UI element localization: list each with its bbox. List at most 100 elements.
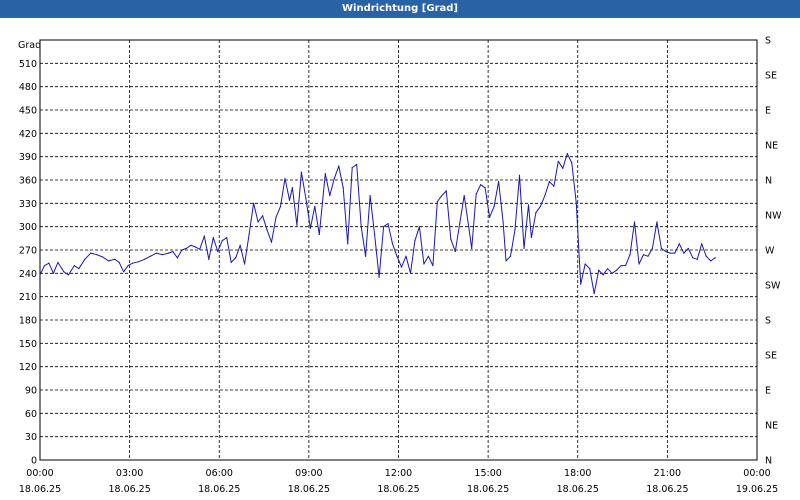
data-point	[127, 264, 129, 267]
data-point	[687, 247, 689, 250]
data-point	[261, 215, 264, 217]
data-point	[638, 263, 640, 265]
data-point	[57, 261, 59, 264]
data-point	[701, 243, 703, 245]
y-tick-label: 390	[19, 152, 37, 163]
data-point	[161, 254, 164, 256]
data-point	[102, 256, 104, 258]
data-point	[300, 171, 303, 173]
data-point	[305, 198, 307, 200]
x-tick-time: 15:00	[474, 468, 501, 479]
data-point	[318, 233, 320, 236]
y-tick-label: 480	[19, 82, 37, 93]
data-point	[212, 236, 214, 239]
data-point	[523, 247, 525, 250]
data-point	[445, 190, 447, 192]
data-point	[284, 177, 286, 180]
data-point	[665, 250, 667, 253]
data-point	[505, 260, 507, 262]
data-point	[584, 263, 586, 265]
x-tick-time: 00:00	[26, 468, 53, 479]
data-point	[239, 244, 241, 246]
data-point	[409, 272, 412, 274]
data-point	[309, 227, 311, 229]
data-point	[270, 241, 273, 243]
y-tick-label: 150	[19, 339, 37, 350]
y2-tick-label: SE	[765, 351, 777, 362]
y-tick-label: 300	[19, 222, 37, 233]
y-tick-label: 180	[19, 316, 37, 327]
wind-direction-chart: 0 30 60 90 120 150 180 210 240 270 300 330 360 390 420…	[18, 36, 782, 496]
x-tick-date: 18.06.25	[557, 484, 599, 495]
data-point	[484, 187, 486, 189]
data-point	[108, 260, 110, 262]
data-point	[314, 205, 316, 208]
y-tick-label: 30	[25, 432, 37, 443]
data-point	[475, 193, 477, 195]
data-point	[602, 274, 604, 276]
chart-window: Windrichtung [Grad] 0 30 60 90 120 150 180 210 2…	[0, 0, 800, 500]
data-point	[432, 264, 434, 267]
data-point	[73, 264, 75, 267]
data-point	[468, 226, 470, 228]
data-point	[427, 255, 429, 257]
data-point	[221, 240, 223, 242]
data-point	[441, 194, 443, 197]
data-point	[347, 243, 349, 245]
data-point	[580, 283, 582, 285]
y-tick-label: 0	[31, 456, 37, 467]
data-point	[678, 243, 680, 245]
data-point	[620, 264, 622, 267]
data-point	[90, 252, 92, 254]
data-point	[562, 167, 564, 169]
data-point	[199, 248, 201, 250]
data-point	[143, 258, 146, 260]
y-tick-label: 120	[19, 362, 37, 373]
data-point	[123, 271, 125, 273]
data-point	[43, 264, 46, 267]
y2-tick-label: S	[765, 36, 771, 47]
y-tick-label: 90	[25, 386, 37, 397]
data-point	[167, 252, 170, 254]
y-axis-title: Grad	[18, 40, 41, 51]
data-point	[181, 249, 183, 251]
y2-tick-label: S	[765, 316, 771, 327]
y-tick-label: 270	[19, 246, 37, 257]
data-point	[566, 152, 568, 155]
y-tick-label: 240	[19, 269, 37, 280]
series-line	[39, 153, 716, 295]
y2-tick-label: E	[765, 386, 771, 397]
y2-tick-label: NE	[765, 141, 778, 152]
data-point	[436, 201, 438, 203]
data-point	[132, 262, 134, 264]
y-tick-label: 60	[25, 409, 37, 420]
data-point	[39, 274, 41, 276]
x-tick-date: 18.06.25	[198, 484, 240, 495]
data-point	[624, 264, 627, 267]
data-point	[497, 180, 500, 183]
data-point	[48, 262, 50, 264]
data-point	[480, 184, 482, 186]
data-point	[502, 221, 504, 223]
data-point	[710, 260, 712, 262]
data-point	[400, 266, 403, 268]
data-point	[589, 268, 591, 270]
x-tick-date: 18.06.25	[646, 484, 688, 495]
data-point	[382, 226, 385, 228]
data-point	[669, 252, 671, 254]
data-point	[414, 240, 416, 242]
data-point	[423, 263, 425, 265]
data-point	[356, 163, 358, 166]
data-point	[155, 252, 158, 254]
data-point	[633, 221, 636, 223]
y-tick-label: 330	[19, 199, 37, 210]
y2-tick-label: SW	[765, 281, 781, 292]
data-point	[615, 269, 618, 271]
y2-tick-label: E	[765, 106, 771, 117]
data-point	[705, 255, 707, 257]
y2-tick-label: N	[765, 176, 772, 187]
data-point	[137, 261, 140, 263]
data-point	[257, 221, 259, 223]
y-tick-label: 510	[19, 59, 37, 70]
x-tick-date: 18.06.25	[19, 484, 61, 495]
